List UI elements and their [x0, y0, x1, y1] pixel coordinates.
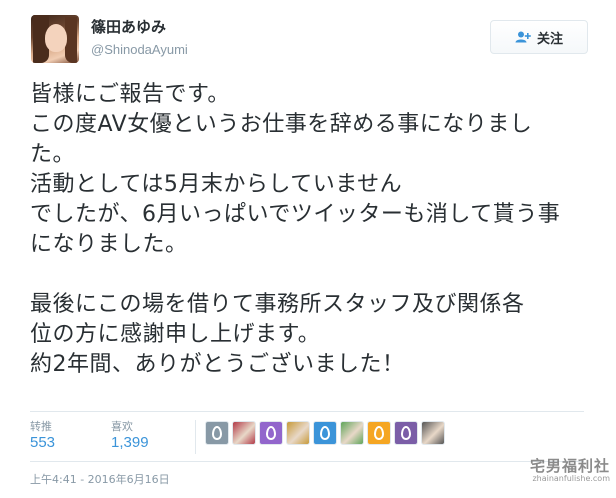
like-stat-label: 喜欢 [111, 420, 133, 433]
avatar-face [45, 24, 67, 52]
egg-icon [401, 426, 411, 440]
tweet-line: でしたが、6月いっぱいでツイッターも消して貰う事 [30, 202, 561, 227]
egg-icon [320, 426, 330, 440]
egg-icon [374, 426, 384, 440]
follow-button[interactable]: 关注 [490, 20, 588, 54]
tweet-line: になりました。 [30, 232, 188, 257]
tweet-text: 皆様にご報告です。 この度AV女優というお仕事を辞める事になりまし た。 活動と… [30, 80, 590, 380]
tweet-line: た。 [30, 142, 76, 167]
add-user-icon [515, 31, 531, 43]
egg-icon [266, 426, 276, 440]
tweet-line: 位の方に感謝申し上げます。 [30, 322, 321, 347]
retweet-stat[interactable]: 转推 553 [30, 418, 55, 451]
watermark: 宅男福利社 zhainanfulishe.com [498, 458, 610, 492]
divider [30, 411, 584, 412]
tweet-line: この度AV女優というお仕事を辞める事になりまし [30, 112, 533, 137]
tweet-line: 約2年間、ありがとうございました！ [30, 352, 405, 377]
default-egg-avatar[interactable] [205, 421, 229, 445]
egg-icon [212, 426, 222, 440]
like-stat[interactable]: 喜欢 1,399 [111, 418, 149, 451]
tweet-header: 篠田あゆみ @ShinodaAyumi 关注 [0, 0, 616, 80]
liker-avatars [205, 421, 445, 445]
like-count[interactable]: 1,399 [111, 434, 149, 451]
tweet-timestamp[interactable]: 上午4:41 - 2016年6月16日 [30, 471, 170, 487]
flag-avatar[interactable] [232, 421, 256, 445]
retweet-stat-label: 转推 [30, 420, 52, 433]
tweet-line: 皆様にご報告です。 [30, 82, 230, 107]
follow-button-label: 关注 [536, 31, 563, 47]
watermark-text: 宅男福利社 [529, 457, 610, 475]
avatar[interactable] [31, 15, 79, 63]
tweet-line: 活動としては5月末からしていません [30, 172, 403, 197]
default-egg-avatar[interactable] [394, 421, 418, 445]
character-avatar[interactable] [340, 421, 364, 445]
default-egg-avatar[interactable] [367, 421, 391, 445]
display-name[interactable]: 篠田あゆみ [91, 16, 166, 37]
default-egg-avatar[interactable] [259, 421, 283, 445]
watermark-subtext: zhainanfulishe.com [532, 474, 610, 483]
photo-avatar[interactable] [421, 421, 445, 445]
anime-avatar[interactable] [286, 421, 310, 445]
default-egg-avatar[interactable] [313, 421, 337, 445]
retweet-count[interactable]: 553 [30, 434, 55, 451]
tweet-line: 最後にこの場を借りて事務所スタッフ及び関係各 [30, 292, 525, 317]
user-handle[interactable]: @ShinodaAyumi [91, 42, 188, 57]
divider [195, 420, 196, 454]
